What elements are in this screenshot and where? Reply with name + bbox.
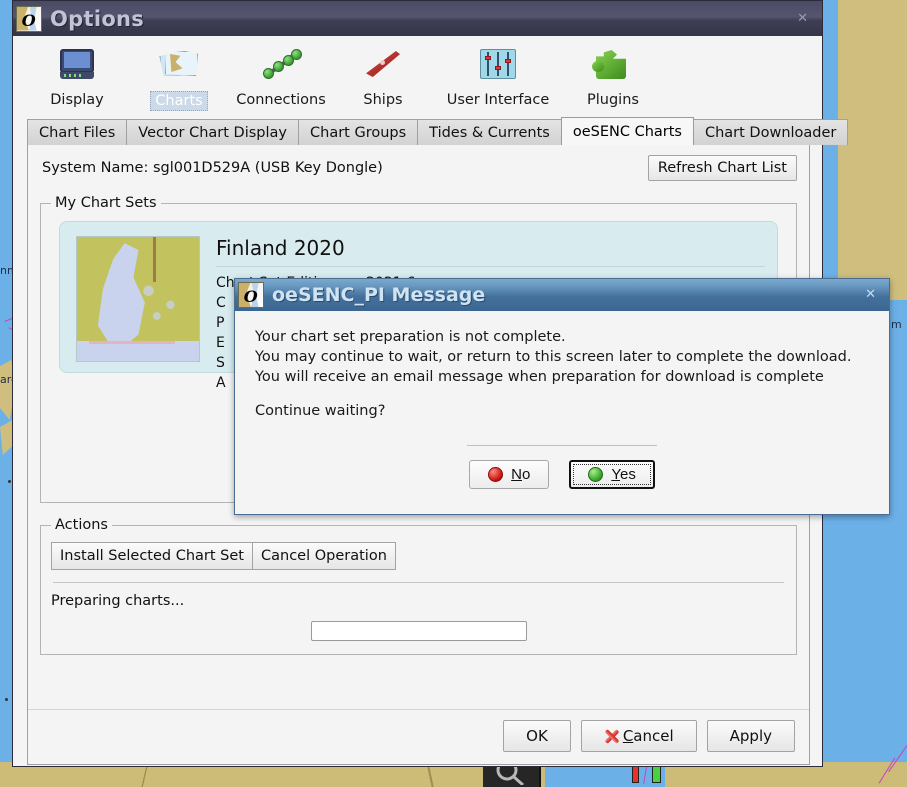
message-line-1: Your chart set preparation is not comple… <box>255 329 566 345</box>
window-title: Options <box>50 6 145 31</box>
install-selected-chart-set-button[interactable]: Install Selected Chart Set <box>51 542 253 570</box>
ok-button[interactable]: OK <box>503 720 571 752</box>
monitor-icon <box>54 45 100 85</box>
toolbar-item-connections[interactable]: Connections <box>235 45 327 111</box>
yes-button-label: Yes <box>611 466 636 483</box>
connections-icon <box>258 45 304 85</box>
chart-set-divider <box>216 266 765 267</box>
tab-vector-chart-display[interactable]: Vector Chart Display <box>126 119 299 145</box>
dialog-app-icon: O <box>238 282 264 308</box>
message-question: Continue waiting? <box>255 403 386 419</box>
progress-row <box>51 621 786 641</box>
red-x-icon <box>604 729 619 744</box>
map-buoy-1 <box>8 480 11 483</box>
red-led-icon <box>488 467 504 482</box>
progress-bar <box>310 621 527 641</box>
sliders-icon <box>475 45 521 85</box>
actions-group: Actions Install Selected Chart Set Cance… <box>40 517 797 655</box>
message-dialog-titlebar[interactable]: O oeSENC_PI Message ✕ <box>235 279 889 311</box>
system-name-row: System Name: sgl001D529A (USB Key Dongle… <box>28 145 809 189</box>
close-icon[interactable]: ✕ <box>797 12 808 25</box>
cancel-button[interactable]: Cancel <box>580 720 697 752</box>
no-button-label: No <box>511 466 531 483</box>
system-name-label: System Name: sgl001D529A (USB Key Dongle… <box>42 160 383 176</box>
action-button-row: Install Selected Chart Set Cancel Operat… <box>51 542 786 570</box>
my-chart-sets-label: My Chart Sets <box>51 195 161 211</box>
refresh-chart-list-button[interactable]: Refresh Chart List <box>647 155 797 181</box>
status-text: Preparing charts... <box>51 593 185 609</box>
message-divider <box>467 445 657 446</box>
puzzle-icon <box>590 45 636 85</box>
message-dialog-body: Your chart set preparation is not comple… <box>235 311 889 489</box>
toolbar-item-display[interactable]: Display <box>31 45 123 111</box>
toolbar-item-user-interface[interactable]: User Interface <box>439 45 557 111</box>
toolbar-item-ships[interactable]: Ships <box>337 45 429 111</box>
charts-icon <box>156 45 202 85</box>
message-dialog-title: oeSENC_PI Message <box>272 284 486 306</box>
message-line-3: You will receive an email message when p… <box>255 369 824 385</box>
tab-chart-downloader[interactable]: Chart Downloader <box>692 119 849 145</box>
map-marker-red <box>632 765 639 783</box>
tab-chart-groups[interactable]: Chart Groups <box>298 119 419 145</box>
tab-tides-currents[interactable]: Tides & Currents <box>417 119 562 145</box>
map-buoy-3 <box>5 698 8 701</box>
chart-set-thumbnail <box>76 236 200 362</box>
options-titlebar[interactable]: O Options ✕ <box>13 1 822 36</box>
app-icon: O <box>16 5 42 32</box>
message-button-row: No Yes <box>255 460 869 489</box>
no-button[interactable]: No <box>469 460 550 489</box>
toolbar-label-user-interface: User Interface <box>446 92 550 108</box>
options-toolbar: Display Charts Connections Ships User In… <box>13 36 822 115</box>
footer-button-row: OK Cancel Apply <box>28 709 809 764</box>
green-led-icon <box>588 467 604 482</box>
apply-button[interactable]: Apply <box>706 720 795 752</box>
actions-label: Actions <box>51 517 112 533</box>
tab-chart-files[interactable]: Chart Files <box>27 119 128 145</box>
map-land-top-right <box>838 0 907 300</box>
actions-divider <box>53 582 784 583</box>
chart-set-name: Finland 2020 <box>216 236 345 260</box>
cancel-operation-button[interactable]: Cancel Operation <box>252 542 396 570</box>
tab-bar: Chart Files Vector Chart Display Chart G… <box>13 115 849 145</box>
toolbar-item-plugins[interactable]: Plugins <box>567 45 659 111</box>
message-line-2: You may continue to wait, or return to t… <box>255 349 852 365</box>
yes-button[interactable]: Yes <box>569 460 655 489</box>
ship-icon <box>360 45 406 85</box>
toolbar-label-display: Display <box>50 92 104 108</box>
toolbar-item-charts[interactable]: Charts <box>133 45 225 111</box>
dialog-close-icon[interactable]: ✕ <box>865 288 876 301</box>
toolbar-label-charts: Charts <box>150 91 208 111</box>
toolbar-label-ships: Ships <box>363 92 403 108</box>
tab-oesenc-charts[interactable]: oeSENC Charts <box>560 117 694 145</box>
toolbar-label-connections: Connections <box>236 92 326 108</box>
oesenc-message-dialog: O oeSENC_PI Message ✕ Your chart set pre… <box>234 278 890 515</box>
toolbar-label-plugins: Plugins <box>587 92 639 108</box>
